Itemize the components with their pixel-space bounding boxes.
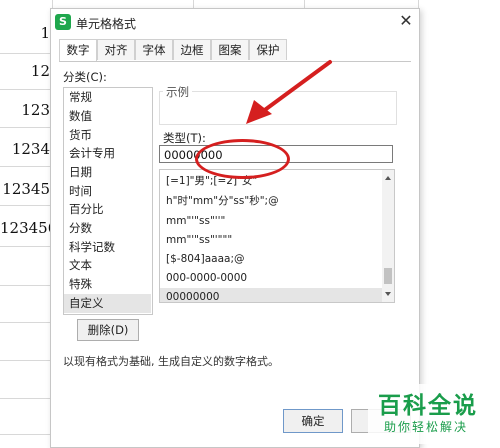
annotation-arrow-shaft	[260, 60, 332, 114]
sample-label: 示例	[163, 84, 192, 100]
annotation-arrow-layer	[246, 60, 332, 124]
watermark-title: 百科全说	[378, 393, 478, 419]
watermark-subtitle: 助你轻松解决	[384, 420, 469, 434]
watermark: 百科全说 助你轻松解决	[368, 384, 498, 444]
annotation-arrowhead-icon	[246, 100, 272, 124]
